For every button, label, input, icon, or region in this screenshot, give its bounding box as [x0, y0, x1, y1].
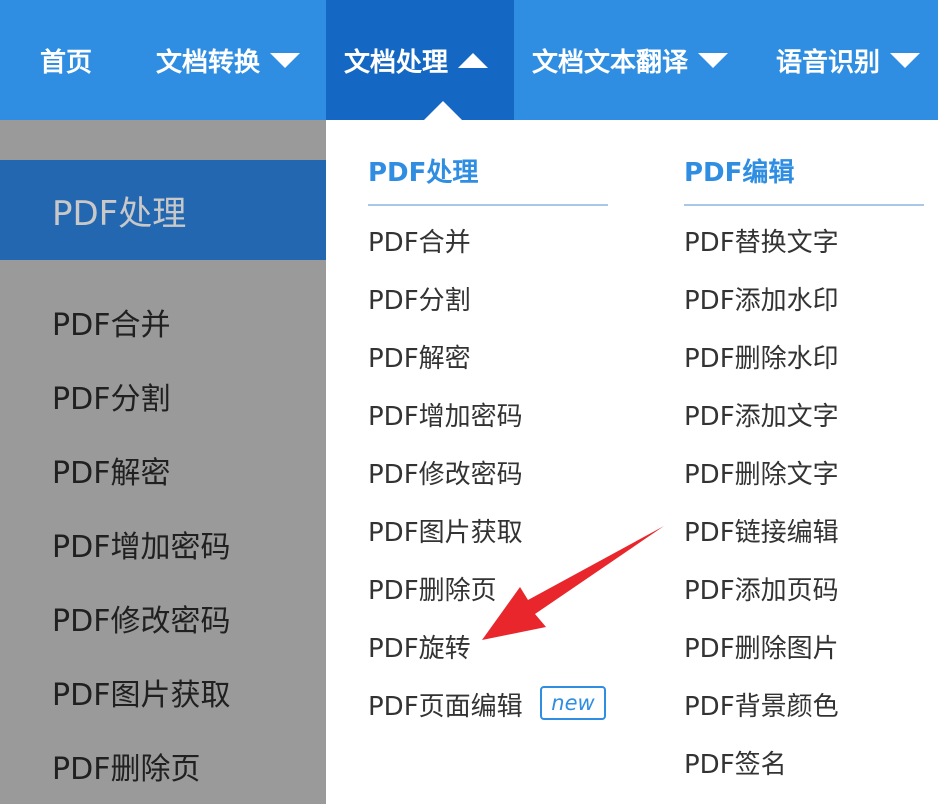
- annotation-arrow-icon: [482, 526, 664, 640]
